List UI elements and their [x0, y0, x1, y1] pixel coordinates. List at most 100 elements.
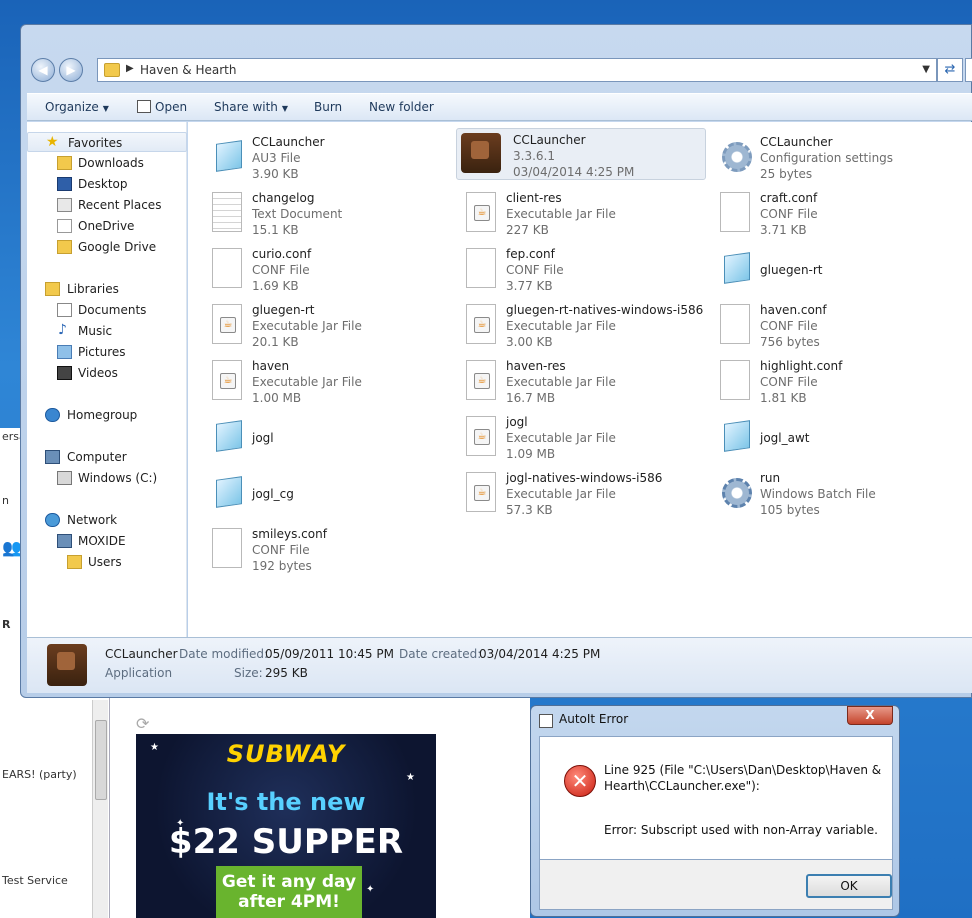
- folder-icon: [104, 63, 120, 77]
- nav-label: Windows (C:): [78, 471, 158, 485]
- file-size: 756 bytes: [760, 335, 820, 349]
- file-item[interactable]: ☕ jogl-natives-windows-i586 Executable J…: [460, 466, 710, 518]
- ok-button[interactable]: OK: [806, 874, 892, 898]
- file-size: 1.81 KB: [760, 391, 807, 405]
- close-button[interactable]: X: [847, 706, 893, 725]
- subway-ad[interactable]: ★ ★ ✦ ✦ SUBWAY It's the new $22 SUPPER D…: [136, 734, 436, 918]
- file-item[interactable]: curio.conf CONF File 1.69 KB: [206, 242, 456, 294]
- application-icon: [461, 133, 501, 173]
- file-item[interactable]: changelog Text Document 15.1 KB: [206, 186, 456, 238]
- file-item[interactable]: smileys.conf CONF File 192 bytes: [206, 522, 456, 574]
- new-folder-button[interactable]: New folder: [369, 100, 434, 114]
- star-icon: ★: [406, 772, 415, 783]
- nav-recent-places[interactable]: Recent Places: [27, 195, 187, 215]
- file-name: jogl_cg: [252, 487, 294, 501]
- scrollbar-thumb[interactable]: [95, 720, 107, 800]
- file-type: Executable Jar File: [506, 487, 616, 501]
- file-type: Executable Jar File: [252, 375, 362, 389]
- file-item[interactable]: gluegen-rt: [714, 242, 964, 294]
- file-name: jogl-natives-windows-i586: [506, 471, 663, 485]
- nav-label: Videos: [78, 366, 118, 380]
- address-path[interactable]: Haven & Hearth: [140, 63, 236, 77]
- refresh-icon[interactable]: ⟳: [136, 714, 149, 733]
- file-name: gluegen-rt: [252, 303, 315, 317]
- search-box[interactable]: [965, 58, 972, 82]
- file-item[interactable]: craft.conf CONF File 3.71 KB: [714, 186, 964, 238]
- file-item[interactable]: jogl: [206, 410, 456, 462]
- jar-file-icon: ☕: [212, 360, 242, 400]
- file-item[interactable]: run Windows Batch File 105 bytes: [714, 466, 964, 518]
- file-size: 3.77 KB: [506, 279, 553, 293]
- address-bar[interactable]: ▶ Haven & Hearth ▼: [97, 58, 937, 82]
- chevron-down-icon[interactable]: ▼: [922, 64, 930, 75]
- date-modified-value: 05/09/2011 10:45 PM: [265, 647, 394, 661]
- nav-downloads[interactable]: Downloads: [27, 153, 187, 173]
- nav-pictures[interactable]: Pictures: [27, 342, 187, 362]
- nav-label: Homegroup: [67, 408, 138, 422]
- ad-logo: SUBWAY: [226, 740, 346, 768]
- nav-videos[interactable]: Videos: [27, 363, 187, 383]
- forward-button[interactable]: ▶: [59, 58, 83, 82]
- dialog-footer: OK: [539, 860, 893, 910]
- open-button[interactable]: Open: [137, 100, 187, 114]
- nav-network[interactable]: Network: [27, 510, 187, 530]
- file-item[interactable]: ☕ gluegen-rt Executable Jar File 20.1 KB: [206, 298, 456, 350]
- refresh-button[interactable]: ⇄: [937, 58, 963, 82]
- file-item[interactable]: CCLauncher AU3 File 3.90 KB: [206, 130, 456, 182]
- file-item[interactable]: ☕ haven Executable Jar File 1.00 MB: [206, 354, 456, 406]
- ad-cta[interactable]: Get it any day after 4PM!: [216, 866, 362, 918]
- nav-music[interactable]: ♪ Music: [27, 321, 187, 341]
- nav-homegroup[interactable]: Homegroup: [27, 405, 187, 425]
- file-size: 3.00 KB: [506, 335, 553, 349]
- desktop-icon: [57, 177, 72, 191]
- file-item[interactable]: haven.conf CONF File 756 bytes: [714, 298, 964, 350]
- file-item[interactable]: jogl_cg: [206, 466, 456, 518]
- nav-moxide[interactable]: MOXIDE: [27, 531, 187, 551]
- file-size: 15.1 KB: [252, 223, 299, 237]
- size-label: Size:: [234, 666, 263, 680]
- file-item[interactable]: jogl_awt: [714, 410, 964, 462]
- file-size: 192 bytes: [252, 559, 312, 573]
- nav-desktop[interactable]: Desktop: [27, 174, 187, 194]
- recent-places-icon: [57, 198, 72, 212]
- file-type: CONF File: [760, 207, 818, 221]
- file-size: 227 KB: [506, 223, 549, 237]
- blank-file-icon: [466, 248, 496, 288]
- file-item[interactable]: highlight.conf CONF File 1.81 KB: [714, 354, 964, 406]
- nav-libraries[interactable]: Libraries: [27, 279, 187, 299]
- background-scrollbar[interactable]: [92, 700, 108, 918]
- file-item[interactable]: CCLauncher Configuration settings 25 byt…: [714, 130, 964, 182]
- file-item[interactable]: ☕ client-res Executable Jar File 227 KB: [460, 186, 710, 238]
- file-name: craft.conf: [760, 191, 818, 205]
- nav-windows-c[interactable]: Windows (C:): [27, 468, 187, 488]
- back-button[interactable]: ◀: [31, 58, 55, 82]
- file-item[interactable]: fep.conf CONF File 3.77 KB: [460, 242, 710, 294]
- file-name: changelog: [252, 191, 315, 205]
- file-item-selected[interactable]: CCLauncher 3.3.6.1 03/04/2014 4:25 PM: [456, 128, 706, 180]
- file-item[interactable]: ☕ gluegen-rt-natives-windows-i586 Execut…: [460, 298, 710, 350]
- blank-file-icon: [720, 192, 750, 232]
- file-type: Text Document: [252, 207, 343, 221]
- file-size: 1.09 MB: [506, 447, 556, 461]
- error-line-2: Hearth\CCLauncher.exe"):: [604, 779, 760, 793]
- file-type: Executable Jar File: [506, 319, 616, 333]
- file-name: curio.conf: [252, 247, 312, 261]
- nav-google-drive[interactable]: Google Drive: [27, 237, 187, 257]
- nav-favorites[interactable]: ★ Favorites: [27, 132, 187, 152]
- chevron-right-icon[interactable]: ▶: [126, 63, 134, 74]
- file-name: run: [760, 471, 781, 485]
- organize-button[interactable]: Organize ▼: [45, 100, 109, 114]
- nav-onedrive[interactable]: OneDrive: [27, 216, 187, 236]
- file-type: CONF File: [760, 319, 818, 333]
- nav-label: Downloads: [78, 156, 144, 170]
- file-item[interactable]: ☕ jogl Executable Jar File 1.09 MB: [460, 410, 710, 462]
- file-item[interactable]: ☕ haven-res Executable Jar File 16.7 MB: [460, 354, 710, 406]
- burn-button[interactable]: Burn: [314, 100, 342, 114]
- nav-computer[interactable]: Computer: [27, 447, 187, 467]
- share-with-button[interactable]: Share with ▼: [214, 100, 288, 114]
- contacts-icon: 👥: [2, 538, 22, 557]
- downloads-folder-icon: [57, 156, 72, 170]
- nav-documents[interactable]: Documents: [27, 300, 187, 320]
- chevron-down-icon: ▼: [102, 104, 109, 113]
- nav-users[interactable]: Users: [27, 552, 187, 572]
